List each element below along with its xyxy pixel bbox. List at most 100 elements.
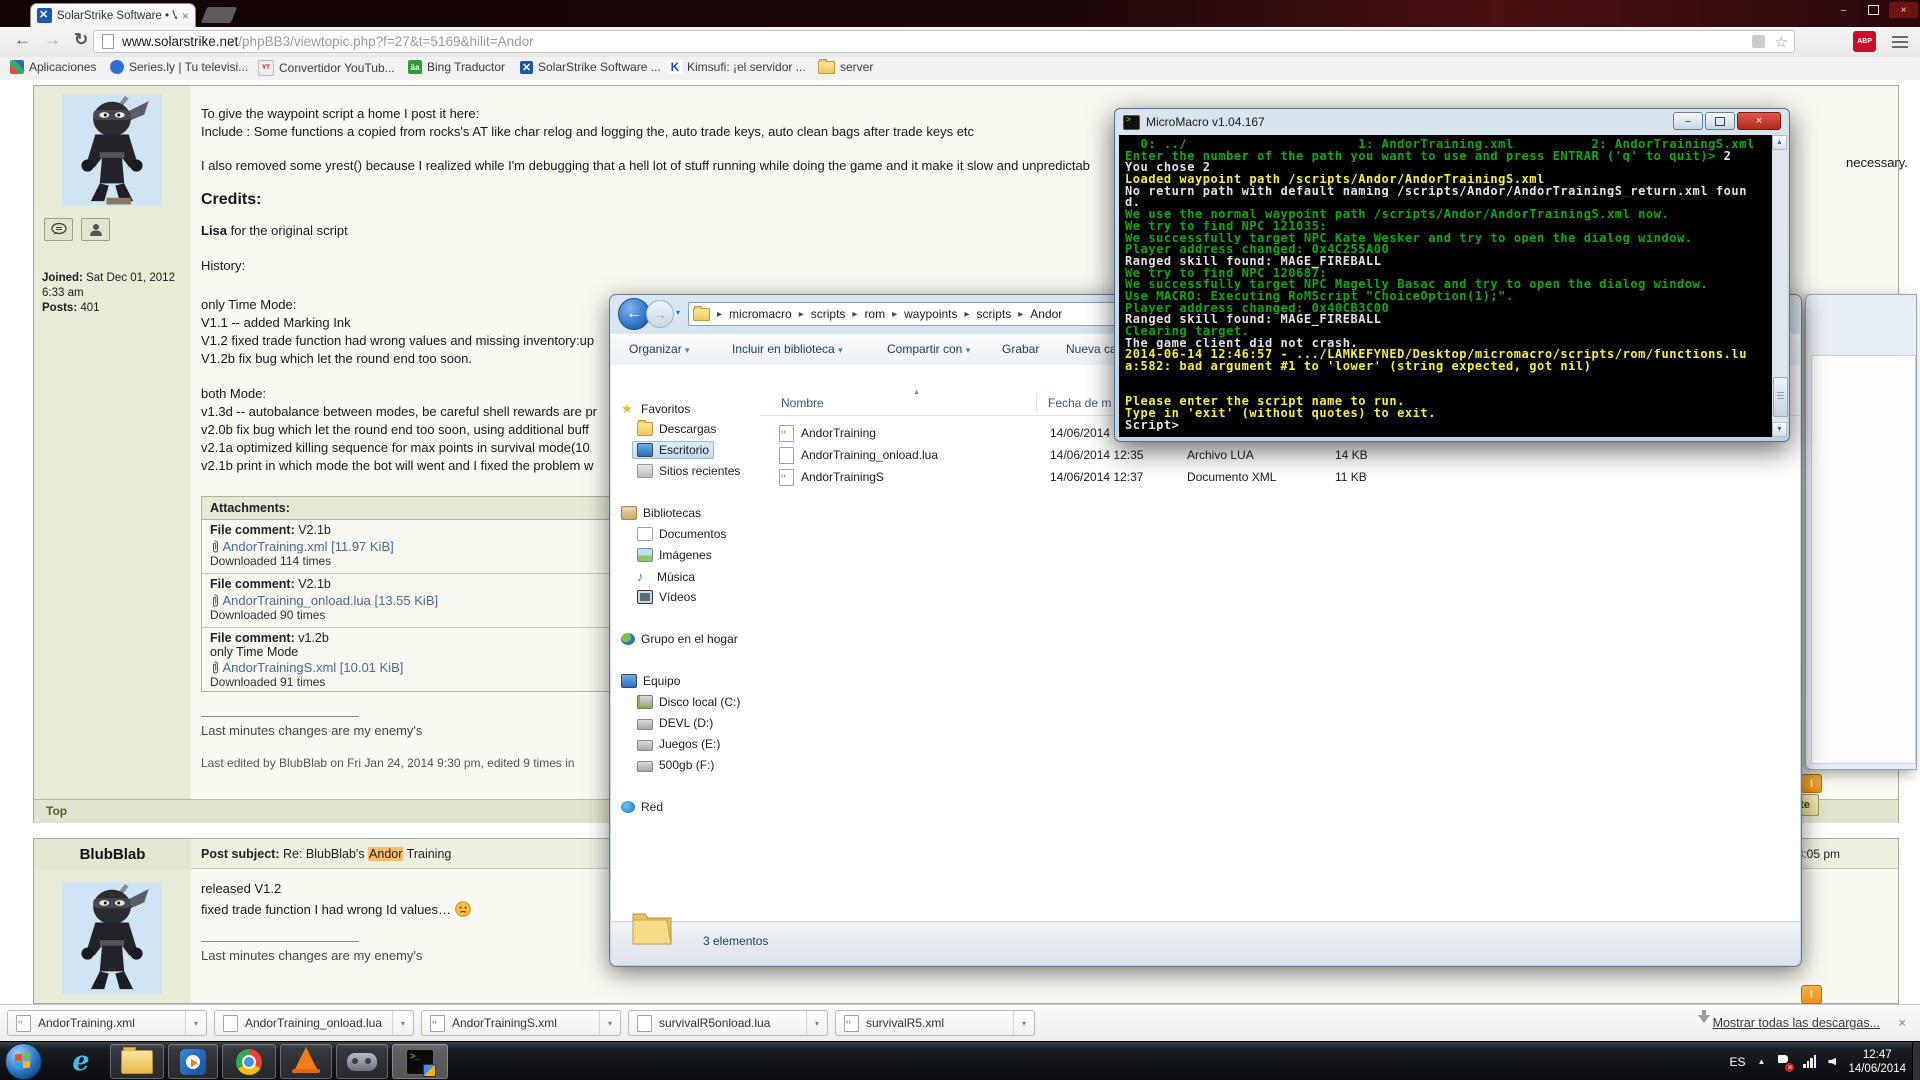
- adblock-icon[interactable]: ABP: [1853, 31, 1876, 52]
- taskbar-explorer[interactable]: [110, 1044, 164, 1079]
- console-scrollbar[interactable]: ▲ ▼: [1772, 135, 1787, 437]
- attachment-link[interactable]: AndorTraining_onload.lua [13.55 KiB]: [222, 593, 438, 608]
- maximize-button[interactable]: [1859, 2, 1888, 18]
- download-caret-icon[interactable]: ▾: [1013, 1011, 1034, 1035]
- breadcrumb-item[interactable]: Andor: [1030, 307, 1062, 321]
- console-output[interactable]: 0: ../ 1: AndorTraining.xml 2: AndorTrai…: [1119, 135, 1787, 437]
- burn-button[interactable]: Grabar: [1002, 342, 1039, 356]
- maximize-button[interactable]: [1705, 112, 1735, 130]
- taskbar-gamepad[interactable]: [336, 1044, 388, 1079]
- reload-icon[interactable]: ↻: [74, 30, 88, 50]
- post2-author[interactable]: BlubBlab: [34, 839, 192, 869]
- sidebar-equipo[interactable]: Equipo: [621, 674, 680, 688]
- url-text[interactable]: www.solarstrike.net/phpBB3/viewtopic.php…: [122, 34, 534, 49]
- sidebar-musica[interactable]: ♪Música: [637, 569, 695, 584]
- download-item[interactable]: AndorTrainingS.xml▾: [421, 1010, 621, 1036]
- taskbar-ie[interactable]: e: [58, 1044, 104, 1079]
- sidebar-imagenes[interactable]: Imágenes: [637, 548, 712, 562]
- tab-close-icon[interactable]: ×: [182, 9, 189, 23]
- download-caret-icon[interactable]: ▾: [806, 1011, 827, 1035]
- bookmark-seriesly[interactable]: Series.ly | Tu televisi...: [110, 60, 248, 74]
- sidebar-500gb-f[interactable]: 500gb (F:): [637, 758, 714, 772]
- forward-icon[interactable]: →: [44, 30, 61, 50]
- sidebar-grupo-hogar[interactable]: Grupo en el hogar: [621, 632, 738, 646]
- share-with-menu[interactable]: Compartir con ▾: [887, 342, 970, 356]
- top-link[interactable]: Top: [46, 804, 67, 818]
- download-item[interactable]: AndorTraining.xml▾: [7, 1010, 207, 1036]
- sidebar-documentos[interactable]: Documentos: [637, 527, 726, 541]
- minimize-button[interactable]: –: [1829, 2, 1858, 18]
- back-icon[interactable]: ←: [14, 30, 31, 50]
- bookmark-youtube-converter[interactable]: YTConvertidor YouTub...: [258, 60, 395, 76]
- sidebar-red[interactable]: Red: [621, 800, 663, 814]
- column-header-nombre[interactable]: Nombre: [781, 396, 824, 410]
- pm-bubble-icon[interactable]: [44, 218, 73, 241]
- taskbar-wmp[interactable]: [168, 1044, 218, 1079]
- attachment-link[interactable]: AndorTraining.xml [11.97 KiB]: [222, 539, 393, 554]
- language-indicator[interactable]: ES: [1730, 1055, 1746, 1069]
- new-tab-button[interactable]: [201, 7, 237, 23]
- new-folder-button[interactable]: Nueva car: [1066, 342, 1121, 356]
- organize-menu[interactable]: Organizar ▾: [629, 342, 690, 356]
- taskbar-vlc[interactable]: [280, 1044, 332, 1079]
- address-bar[interactable]: www.solarstrike.net/phpBB3/viewtopic.php…: [93, 30, 1795, 53]
- action-center-flag-icon[interactable]: [1777, 1055, 1791, 1069]
- network-signal-icon[interactable]: [1803, 1055, 1816, 1068]
- sidebar-videos[interactable]: Vídeos: [637, 590, 696, 604]
- breadcrumb-item[interactable]: scripts: [977, 307, 1012, 321]
- micromacro-window[interactable]: MicroMacro v1.04.167 – × 0: ../ 1: Andor…: [1114, 108, 1790, 442]
- tray-expand-icon[interactable]: ▲: [1758, 1057, 1766, 1066]
- browser-tab[interactable]: SolarStrike Software • View ×: [30, 3, 196, 27]
- volume-icon[interactable]: [1828, 1058, 1836, 1066]
- sidebar-devl-d[interactable]: DEVL (D:): [637, 716, 713, 730]
- sidebar-sitios-recientes[interactable]: Sitios recientes: [637, 464, 740, 478]
- download-item[interactable]: AndorTraining_onload.lua▾: [214, 1010, 414, 1036]
- download-caret-icon[interactable]: ▾: [185, 1011, 206, 1035]
- file-row[interactable]: AndorTrainingS 14/06/2014 12:37 Document…: [761, 467, 1800, 488]
- bookmark-kimsufi[interactable]: KKimsufi: ¡el servidor ...: [668, 60, 806, 74]
- breadcrumb-item[interactable]: rom: [864, 307, 885, 321]
- profile-person-icon[interactable]: [81, 218, 110, 241]
- downloads-close-icon[interactable]: ×: [1898, 1015, 1906, 1030]
- report-post-button[interactable]: !: [1801, 774, 1822, 793]
- scroll-up-icon[interactable]: ▲: [1772, 135, 1787, 150]
- download-caret-icon[interactable]: ▾: [599, 1011, 620, 1035]
- show-all-downloads-link[interactable]: Mostrar todas las descargas...: [1713, 1016, 1880, 1030]
- column-header-fecha[interactable]: Fecha de m: [1048, 396, 1111, 410]
- breadcrumb-item[interactable]: waypoints: [904, 307, 957, 321]
- breadcrumb-item[interactable]: scripts: [811, 307, 846, 321]
- download-item[interactable]: survivalR5.xml▾: [835, 1010, 1035, 1036]
- scrollbar-thumb[interactable]: [1773, 377, 1788, 417]
- page-action-icon[interactable]: [1752, 35, 1765, 48]
- sidebar-juegos-e[interactable]: Juegos (E:): [637, 737, 720, 751]
- minimize-button[interactable]: –: [1673, 112, 1703, 130]
- sidebar-descargas[interactable]: Descargas: [637, 422, 716, 436]
- download-caret-icon[interactable]: ▾: [392, 1011, 413, 1035]
- include-in-library-menu[interactable]: Incluir en biblioteca ▾: [732, 342, 843, 356]
- menu-icon[interactable]: [1892, 36, 1908, 38]
- report-post-button[interactable]: !: [1801, 985, 1822, 1004]
- close-button[interactable]: ×: [1889, 2, 1918, 18]
- start-button[interactable]: [5, 1043, 42, 1080]
- bookmark-solarstrike[interactable]: SolarStrike Software ...: [520, 60, 661, 74]
- sidebar-disco-c[interactable]: Disco local (C:): [637, 695, 740, 709]
- forward-icon[interactable]: →: [646, 300, 674, 328]
- taskbar-micromacro[interactable]: [392, 1044, 448, 1079]
- bookmark-apps[interactable]: Aplicaciones: [10, 60, 96, 74]
- bookmark-star-icon[interactable]: ☆: [1775, 33, 1788, 51]
- bookmark-bing-translator[interactable]: äaBing Traductor: [408, 60, 505, 74]
- sidebar-bibliotecas[interactable]: Bibliotecas: [621, 506, 701, 520]
- sidebar-escritorio[interactable]: Escritorio: [632, 441, 714, 459]
- background-window[interactable]: [1805, 294, 1917, 770]
- scroll-down-icon[interactable]: ▼: [1772, 422, 1787, 437]
- show-desktop-button[interactable]: [1912, 1042, 1920, 1080]
- file-row[interactable]: AndorTraining_onload.lua 14/06/2014 12:3…: [761, 445, 1800, 466]
- attachment-link[interactable]: AndorTrainingS.xml [10.01 KiB]: [222, 660, 403, 675]
- close-button[interactable]: ×: [1737, 112, 1781, 130]
- breadcrumb-item[interactable]: micromacro: [729, 307, 792, 321]
- sidebar-favoritos[interactable]: ★Favoritos: [621, 401, 690, 417]
- download-item[interactable]: survivalR5onload.lua▾: [628, 1010, 828, 1036]
- clock[interactable]: 12:47 14/06/2014: [1848, 1048, 1906, 1076]
- history-caret-icon[interactable]: ▾: [676, 308, 680, 317]
- bookmark-server-folder[interactable]: server: [818, 60, 873, 74]
